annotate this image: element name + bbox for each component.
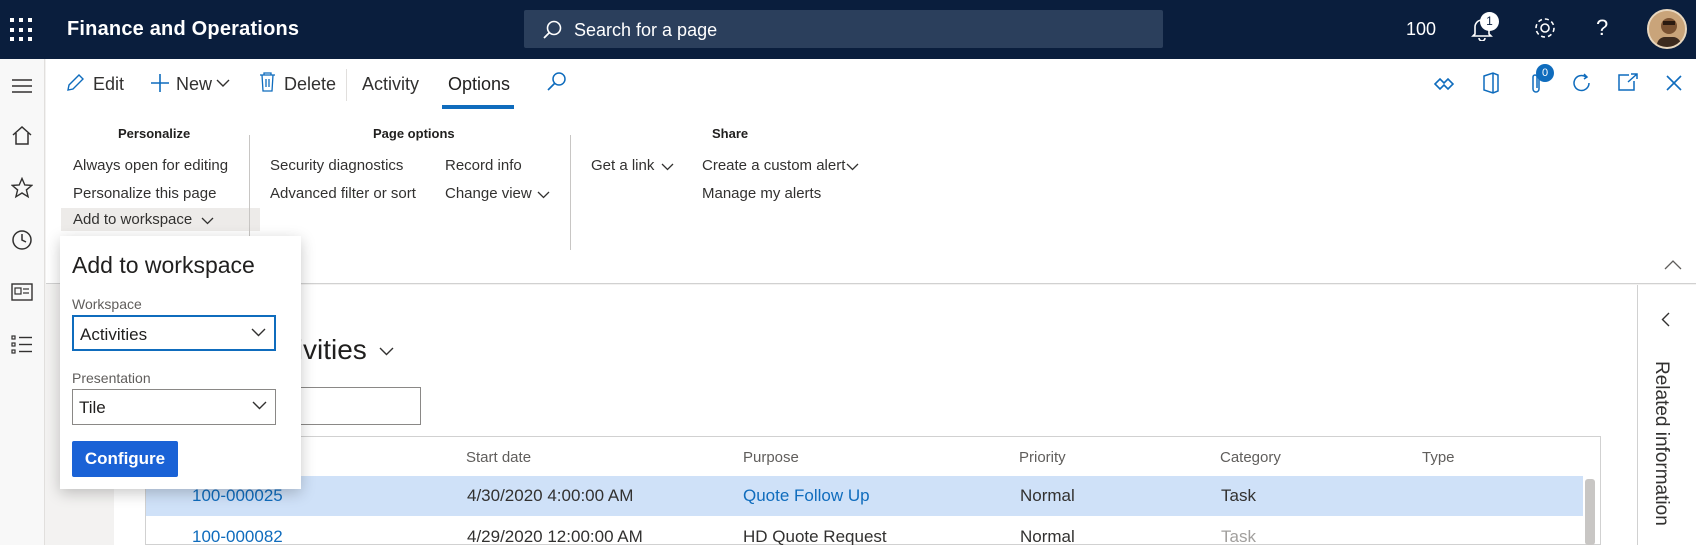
column-header-category[interactable]: Category [1220, 449, 1281, 466]
chevron-down-icon [846, 163, 859, 171]
workspace-select[interactable]: Activities [72, 315, 276, 351]
priority-cell: Normal [1020, 527, 1075, 545]
avatar[interactable] [1647, 9, 1687, 49]
search-input[interactable]: Search for a page [524, 10, 1163, 48]
company-picker[interactable]: 100 [1406, 19, 1436, 40]
flyout-title: Add to workspace [72, 252, 255, 278]
grid-scrollbar[interactable] [1585, 479, 1595, 545]
column-header-type[interactable]: Type [1422, 449, 1455, 466]
separator [570, 135, 571, 250]
app-title[interactable]: Finance and Operations [67, 18, 299, 41]
tab-options[interactable]: Options [448, 74, 510, 95]
open-new-window-icon[interactable] [1618, 73, 1638, 91]
clock-icon[interactable] [11, 229, 33, 251]
change-view-label: Change view [445, 185, 532, 202]
chevron-down-icon[interactable] [251, 328, 266, 337]
help-icon[interactable]: ? [1596, 15, 1608, 41]
presentation-select[interactable]: Tile [72, 389, 276, 425]
edit-icon [67, 74, 84, 91]
group-title-personalize: Personalize [118, 126, 191, 141]
find-icon[interactable] [546, 71, 568, 93]
purpose-link[interactable]: Quote Follow Up [743, 486, 870, 506]
chevron-down-icon[interactable] [252, 401, 267, 410]
notification-badge: 1 [1480, 12, 1499, 31]
security-diagnostics-button[interactable]: Security diagnostics [270, 157, 403, 174]
table-row[interactable]: 100-000025 4/30/2020 4:00:00 AM Quote Fo… [146, 476, 1583, 516]
get-a-link-button[interactable]: Get a link [591, 157, 674, 174]
power-apps-icon[interactable] [1434, 75, 1454, 93]
chevron-down-icon [661, 163, 674, 171]
purpose-cell: HD Quote Request [743, 527, 887, 545]
presentation-label: Presentation [72, 370, 151, 386]
category-cell: Task [1221, 527, 1256, 545]
chevron-down-icon [201, 217, 214, 225]
advanced-filter-sort-button[interactable]: Advanced filter or sort [270, 185, 416, 202]
group-title-share: Share [712, 126, 749, 141]
chevron-down-icon [537, 191, 550, 199]
presentation-value: Tile [79, 398, 106, 417]
office-icon[interactable] [1482, 72, 1500, 94]
tab-activity[interactable]: Activity [362, 74, 419, 95]
delete-button[interactable]: Delete [284, 74, 336, 95]
chevron-left-icon[interactable] [1661, 312, 1670, 327]
add-to-workspace-label: Add to workspace [73, 211, 193, 228]
always-open-for-editing-button[interactable]: Always open for editing [73, 157, 228, 174]
edit-button[interactable]: Edit [93, 74, 124, 95]
filter-input[interactable] [285, 387, 421, 425]
change-view-button[interactable]: Change view [445, 185, 550, 202]
column-header-purpose[interactable]: Purpose [743, 449, 799, 466]
app-launcher-icon[interactable] [10, 18, 34, 42]
column-header-start-date[interactable]: Start date [466, 449, 531, 466]
configure-button[interactable]: Configure [72, 441, 178, 477]
column-header-priority[interactable]: Priority [1019, 449, 1066, 466]
start-date-cell: 4/29/2020 12:00:00 AM [467, 527, 643, 545]
table-row[interactable]: 100-000082 4/29/2020 12:00:00 AM HD Quot… [146, 517, 1583, 545]
close-icon[interactable] [1666, 75, 1682, 91]
action-pane: Edit New Delete Activity Options 0 [46, 59, 1696, 109]
left-nav [0, 59, 45, 545]
top-bar: Finance and Operations Search for a page… [0, 0, 1696, 59]
trash-icon [260, 72, 275, 92]
chevron-down-icon [379, 347, 394, 356]
workspace-value: Activities [80, 325, 148, 344]
separator [346, 69, 347, 101]
category-cell: Task [1221, 486, 1256, 505]
add-to-workspace-button[interactable]: Add to workspace [61, 208, 260, 231]
search-placeholder: Search for a page [574, 20, 718, 40]
activity-id-link[interactable]: 100-000082 [192, 527, 283, 545]
attachments-badge: 0 [1536, 64, 1554, 82]
new-button[interactable]: New [176, 74, 212, 95]
hamburger-icon[interactable] [11, 78, 33, 94]
get-a-link-label: Get a link [591, 157, 655, 174]
related-information-pane: Related information [1637, 285, 1696, 545]
personalize-this-page-button[interactable]: Personalize this page [73, 185, 216, 202]
search-icon [543, 20, 562, 39]
home-icon[interactable] [11, 125, 33, 145]
related-information-label[interactable]: Related information [1650, 361, 1672, 526]
activity-id-link[interactable]: 100-000025 [192, 486, 283, 506]
collapse-ribbon-icon[interactable] [1664, 260, 1682, 270]
refresh-icon[interactable] [1571, 72, 1593, 94]
gear-icon[interactable] [1533, 16, 1557, 40]
add-to-workspace-flyout: Add to workspace Workspace Activities Pr… [60, 236, 301, 489]
manage-my-alerts-button[interactable]: Manage my alerts [702, 185, 821, 202]
workspace-label: Workspace [72, 296, 142, 312]
group-title-page-options: Page options [373, 126, 455, 141]
plus-icon [151, 74, 169, 92]
star-icon[interactable] [11, 177, 33, 199]
priority-cell: Normal [1020, 486, 1075, 505]
chevron-down-icon[interactable] [216, 79, 230, 88]
start-date-cell: 4/30/2020 4:00:00 AM [467, 486, 634, 505]
workspaces-icon[interactable] [11, 283, 33, 301]
modules-icon[interactable] [11, 334, 33, 354]
create-custom-alert-label: Create a custom alert [702, 157, 846, 174]
record-info-button[interactable]: Record info [445, 157, 522, 174]
create-custom-alert-button[interactable]: Create a custom alert [702, 157, 859, 174]
activities-grid: Start date Purpose Priority Category Typ… [145, 436, 1601, 545]
separator [249, 135, 250, 250]
